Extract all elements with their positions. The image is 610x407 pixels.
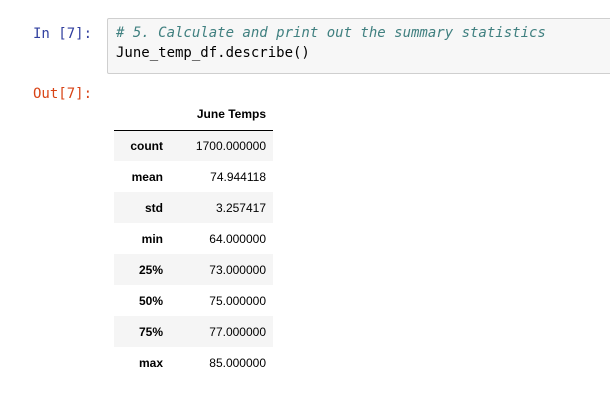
row-value: 1700.000000 <box>195 138 266 153</box>
table-row: 75% 77.000000 <box>114 316 273 347</box>
table-row: mean 74.944118 <box>114 161 273 192</box>
row-value: 64.000000 <box>209 231 266 246</box>
table-row: 50% 75.000000 <box>114 285 273 316</box>
column-header: June Temps <box>170 98 273 131</box>
row-value: 77.000000 <box>209 324 266 339</box>
row-label: mean <box>131 169 163 184</box>
input-cell[interactable]: In [7]: # 5. Calculate and print out the… <box>0 18 610 76</box>
row-label: std <box>145 200 163 215</box>
row-value: 85.000000 <box>209 355 266 370</box>
row-value: 74.944118 <box>210 169 266 184</box>
row-label: min <box>141 231 163 246</box>
dataframe-table: June Temps count 1700.000000 mean 74.944… <box>114 98 273 378</box>
table-row: std 3.257417 <box>114 192 273 223</box>
index-header-cell <box>114 98 170 131</box>
table-header-row: June Temps <box>114 98 273 131</box>
row-value: 73.000000 <box>209 262 266 277</box>
row-label: 25% <box>138 262 163 277</box>
table-row: 25% 73.000000 <box>114 254 273 285</box>
input-prompt: In [7]: <box>33 26 93 42</box>
row-label: max <box>138 355 163 370</box>
table-row: max 85.000000 <box>114 347 273 378</box>
row-label: count <box>130 138 163 153</box>
code-comment-line: # 5. Calculate and print out the summary… <box>116 25 546 41</box>
row-value: 75.000000 <box>209 293 266 308</box>
row-value: 3.257417 <box>215 200 266 215</box>
row-label: 75% <box>138 324 163 339</box>
table-row: count 1700.000000 <box>114 130 273 161</box>
output-prompt: Out[7]: <box>33 86 93 102</box>
table-row: min 64.000000 <box>114 223 273 254</box>
output-area: June Temps count 1700.000000 mean 74.944… <box>114 98 273 378</box>
code-statement-line: June_temp_df.describe() <box>116 45 310 61</box>
code-editor[interactable]: # 5. Calculate and print out the summary… <box>107 18 610 74</box>
row-label: 50% <box>138 293 163 308</box>
